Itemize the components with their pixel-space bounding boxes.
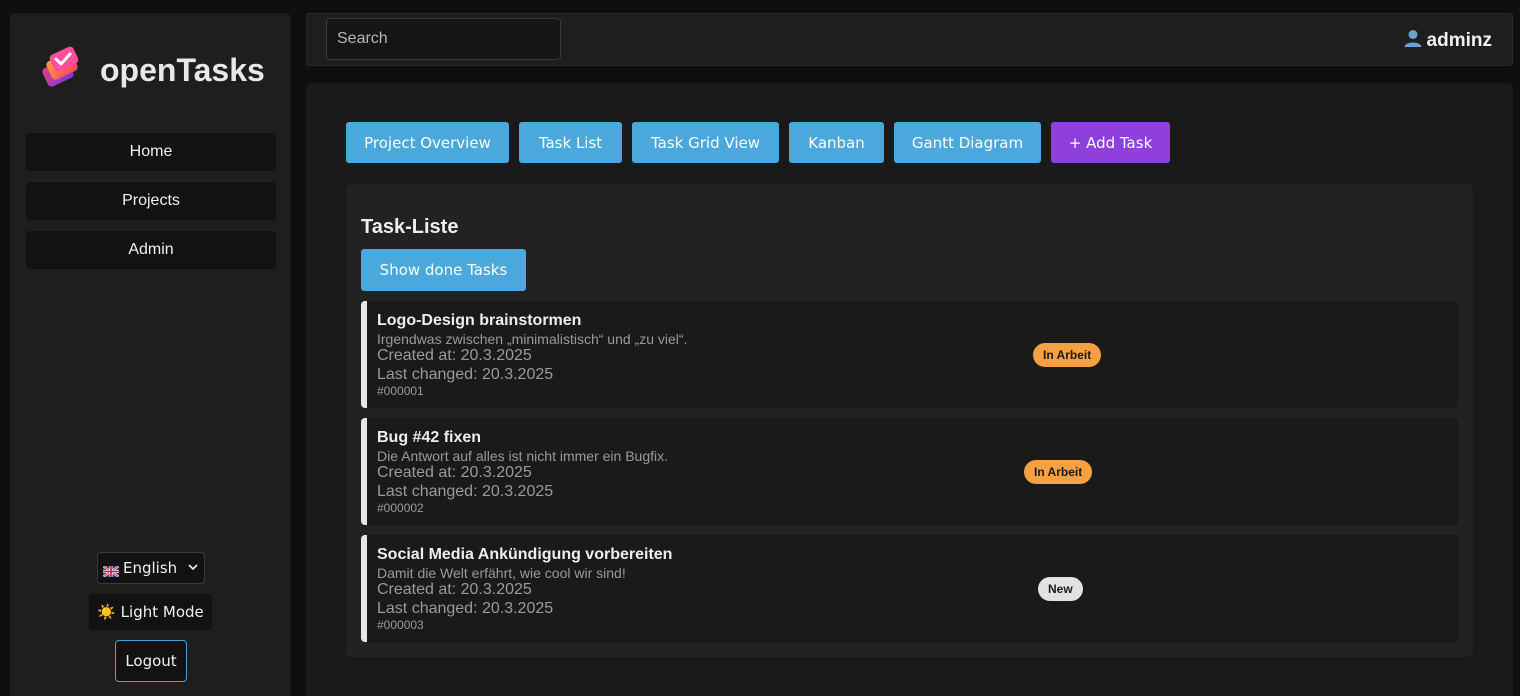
task-title: Bug #42 fixen	[377, 429, 482, 446]
task-card[interactable]: Bug #42 fixen Die Antwort auf alles ist …	[361, 418, 1458, 525]
task-created-date: Created at: 20.3.2025	[377, 347, 532, 364]
top-header: adminz	[306, 13, 1513, 66]
status-badge: New	[1038, 577, 1083, 601]
user-menu[interactable]: adminz	[1403, 28, 1492, 54]
show-done-tasks-button[interactable]: Show done Tasks	[361, 249, 526, 291]
task-card[interactable]: Social Media Ankündigung vorbereiten Dam…	[361, 535, 1458, 642]
project-overview-button[interactable]: Project Overview	[346, 122, 509, 163]
task-card[interactable]: Logo-Design brainstormen Irgendwas zwisc…	[361, 301, 1458, 408]
uk-flag-icon	[102, 563, 120, 578]
logout-button[interactable]: Logout	[115, 640, 187, 682]
status-badge: In Arbeit	[1033, 343, 1102, 367]
task-description: Die Antwort auf alles ist nicht immer ei…	[377, 448, 669, 464]
kanban-button[interactable]: Kanban	[789, 122, 884, 163]
sidebar: openTasks Home Projects Admin English ☀️…	[10, 13, 291, 696]
task-grid-view-button[interactable]: Task Grid View	[632, 122, 779, 163]
task-list-button[interactable]: Task List	[519, 122, 622, 163]
task-changed-date: Last changed: 20.3.2025	[377, 366, 554, 383]
task-list-panel: Task-Liste Show done Tasks Logo-Design b…	[346, 184, 1473, 657]
brand[interactable]: openTasks	[36, 43, 265, 98]
task-changed-date: Last changed: 20.3.2025	[377, 600, 554, 617]
add-task-button[interactable]: + Add Task	[1051, 122, 1170, 163]
task-id: #000001	[377, 384, 424, 398]
sidebar-item-home[interactable]: Home	[26, 133, 276, 171]
task-id: #000003	[377, 618, 424, 632]
task-description: Irgendwas zwischen „minimalistisch“ und …	[377, 331, 688, 347]
sidebar-item-admin[interactable]: Admin	[26, 231, 276, 269]
task-title: Social Media Ankündigung vorbereiten	[377, 546, 673, 563]
task-id: #000002	[377, 501, 424, 515]
light-mode-button[interactable]: ☀️ Light Mode	[89, 594, 212, 630]
gantt-diagram-button[interactable]: Gantt Diagram	[894, 122, 1041, 163]
language-selected: English	[123, 559, 178, 577]
app-logo-icon	[36, 43, 86, 98]
task-created-date: Created at: 20.3.2025	[377, 581, 532, 598]
user-icon	[1403, 28, 1423, 54]
task-title: Logo-Design brainstormen	[377, 312, 582, 329]
task-created-date: Created at: 20.3.2025	[377, 464, 532, 481]
task-changed-date: Last changed: 20.3.2025	[377, 483, 554, 500]
username: adminz	[1426, 30, 1492, 51]
chevron-down-icon	[188, 563, 198, 574]
sidebar-item-projects[interactable]: Projects	[26, 182, 276, 220]
task-description: Damit die Welt erfährt, wie cool wir sin…	[377, 565, 626, 581]
language-select[interactable]: English	[97, 552, 205, 584]
main-content: Project Overview Task List Task Grid Vie…	[306, 83, 1513, 696]
panel-title: Task-Liste	[361, 216, 459, 238]
status-badge: In Arbeit	[1024, 460, 1093, 484]
search-input[interactable]	[326, 18, 561, 60]
app-title: openTasks	[100, 52, 265, 88]
